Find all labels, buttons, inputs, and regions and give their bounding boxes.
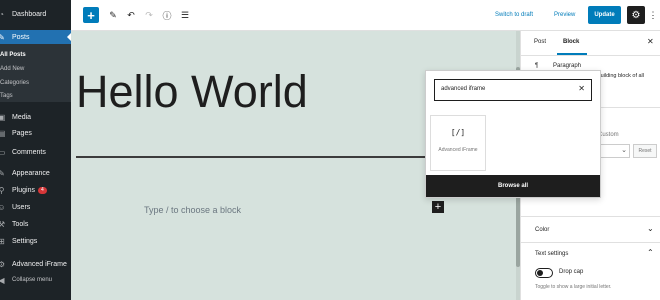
block-name: Paragraph: [553, 63, 582, 69]
brush-icon: ✎: [0, 168, 5, 178]
sidebar-item-label: Pages: [12, 129, 32, 137]
submenu-item-all-posts[interactable]: All Posts: [0, 52, 26, 58]
settings-tabs: Post Block ✕: [521, 31, 660, 56]
sidebar-item-label: Advanced iFrame: [12, 260, 67, 268]
sidebar-item-label: Tools: [12, 220, 29, 228]
undo-icon: ↶: [127, 9, 135, 20]
more-vertical-icon: ⋮: [648, 9, 658, 20]
plus-icon: +: [434, 201, 442, 213]
chevron-down-icon: ⌄: [621, 147, 627, 154]
more-options-button[interactable]: ⋮: [648, 7, 658, 23]
paragraph-icon: ¶: [535, 63, 539, 69]
submenu-item-tags[interactable]: Tags: [0, 93, 13, 99]
plugins-update-badge: 4: [37, 186, 47, 194]
drop-cap-label: Drop cap: [559, 269, 584, 275]
sidebar-item-appearance[interactable]: ✎ Appearance: [0, 166, 71, 180]
redo-button[interactable]: ↷: [142, 7, 156, 23]
block-search-input[interactable]: advanced iframe ✕: [434, 79, 592, 101]
wrench-icon: ⚒: [0, 219, 6, 229]
posts-submenu: All Posts Add New Categories Tags: [0, 44, 71, 102]
list-view-icon: ☰: [180, 9, 190, 20]
sidebar-item-label: Comments: [12, 148, 46, 156]
update-button[interactable]: Update: [588, 6, 621, 24]
undo-button[interactable]: ↶: [124, 7, 138, 23]
editor-toolbar: + ✎ ↶ ↷ ⓘ ☰ Switch to draft Preview Upda…: [71, 0, 660, 31]
chevron-down-icon[interactable]: ⌄: [647, 224, 654, 233]
sidebar-item-posts[interactable]: ✎ Posts: [0, 30, 71, 44]
sidebar-item-settings[interactable]: ⊞ Settings: [0, 234, 71, 248]
chevron-up-icon[interactable]: ⌃: [647, 248, 654, 257]
color-section-toggle[interactable]: Color: [535, 227, 549, 233]
toggle-knob: [537, 270, 543, 276]
tab-post[interactable]: Post: [534, 39, 546, 45]
pin-icon: ✎: [0, 32, 5, 42]
plus-icon: +: [87, 7, 95, 23]
sidebar-item-advanced-iframe[interactable]: ⚙ Advanced iFrame: [0, 257, 71, 271]
sidebar-item-label: Plugins: [12, 186, 35, 194]
block-item-label: Advanced iFrame: [438, 147, 478, 153]
list-view-button[interactable]: ☰: [178, 7, 192, 23]
gear-icon: ⚙: [631, 9, 641, 21]
users-icon: ☺: [0, 202, 6, 212]
admin-sidebar: ◔ Dashboard ✎ Posts All Posts Add New Ca…: [0, 0, 71, 300]
sidebar-item-tools[interactable]: ⚒ Tools: [0, 217, 71, 231]
block-placeholder[interactable]: Type / to choose a block: [144, 205, 241, 215]
sidebar-item-media[interactable]: ▣ Media: [0, 110, 71, 124]
sidebar-item-pages[interactable]: ▤ Pages: [0, 126, 71, 140]
media-icon: ▣: [0, 112, 6, 122]
text-settings-title[interactable]: Text settings: [535, 251, 568, 257]
sidebar-item-label: Appearance: [12, 169, 50, 177]
info-icon: ⓘ: [162, 10, 172, 21]
collapse-menu-button[interactable]: ◀ Collapse menu: [0, 273, 71, 287]
block-inserter-popover: advanced iframe ✕ [/] Advanced iFrame Br…: [425, 70, 601, 198]
code-block-icon: [/]: [450, 128, 466, 137]
drop-cap-help: Toggle to show a large initial letter.: [535, 284, 612, 290]
search-value: advanced iframe: [441, 86, 486, 92]
submenu-item-add-new[interactable]: Add New: [0, 66, 24, 72]
settings-toggle-button[interactable]: ⚙: [627, 6, 645, 24]
font-size-custom-label: Custom: [598, 132, 619, 138]
gear-icon: ⚙: [0, 259, 6, 269]
sidebar-item-label: Users: [12, 203, 31, 211]
redo-icon: ↷: [145, 9, 153, 20]
divider: [521, 216, 660, 217]
tools-button[interactable]: ✎: [106, 7, 120, 23]
reset-button[interactable]: Reset: [633, 144, 657, 158]
collapse-icon: ◀: [0, 275, 5, 285]
comment-icon: ▭: [0, 147, 6, 157]
drop-cap-toggle[interactable]: [535, 268, 553, 278]
block-description: ...uilding block of all: [596, 73, 644, 79]
divider: [521, 242, 660, 243]
sidebar-item-label: Posts: [12, 33, 30, 41]
font-size-select[interactable]: ⌄: [598, 144, 630, 158]
post-title[interactable]: Hello World: [76, 65, 308, 119]
sidebar-item-users[interactable]: ☺ Users: [0, 200, 71, 214]
submenu-item-categories[interactable]: Categories: [0, 80, 29, 86]
inline-add-block-button[interactable]: +: [432, 201, 444, 213]
close-icon[interactable]: ✕: [647, 37, 654, 46]
sidebar-item-label: Media: [12, 113, 32, 121]
block-item-advanced-iframe[interactable]: [/] Advanced iFrame: [430, 115, 486, 171]
add-block-button[interactable]: +: [83, 7, 99, 23]
sidebar-item-label: Dashboard: [12, 10, 47, 18]
sidebar-item-plugins[interactable]: ⚲ Plugins 4: [0, 183, 71, 197]
clear-search-icon[interactable]: ✕: [578, 84, 585, 93]
preview-button[interactable]: Preview: [554, 7, 575, 23]
dashboard-icon: ◔: [0, 9, 4, 19]
browse-all-button[interactable]: Browse all: [426, 175, 600, 197]
active-tab-indicator: [557, 53, 587, 55]
sidebar-item-comments[interactable]: ▭ Comments: [0, 145, 71, 159]
plugin-icon: ⚲: [0, 185, 5, 195]
settings-icon: ⊞: [0, 236, 5, 246]
tab-block[interactable]: Block: [563, 39, 579, 45]
switch-to-draft-button[interactable]: Switch to draft: [495, 7, 533, 23]
collapse-menu-label: Collapse menu: [12, 277, 53, 283]
details-button[interactable]: ⓘ: [160, 7, 174, 23]
pencil-icon: ✎: [109, 9, 117, 20]
sidebar-item-label: Settings: [12, 237, 38, 245]
sidebar-item-dashboard[interactable]: ◔ Dashboard: [0, 7, 71, 21]
page-icon: ▤: [0, 128, 6, 138]
